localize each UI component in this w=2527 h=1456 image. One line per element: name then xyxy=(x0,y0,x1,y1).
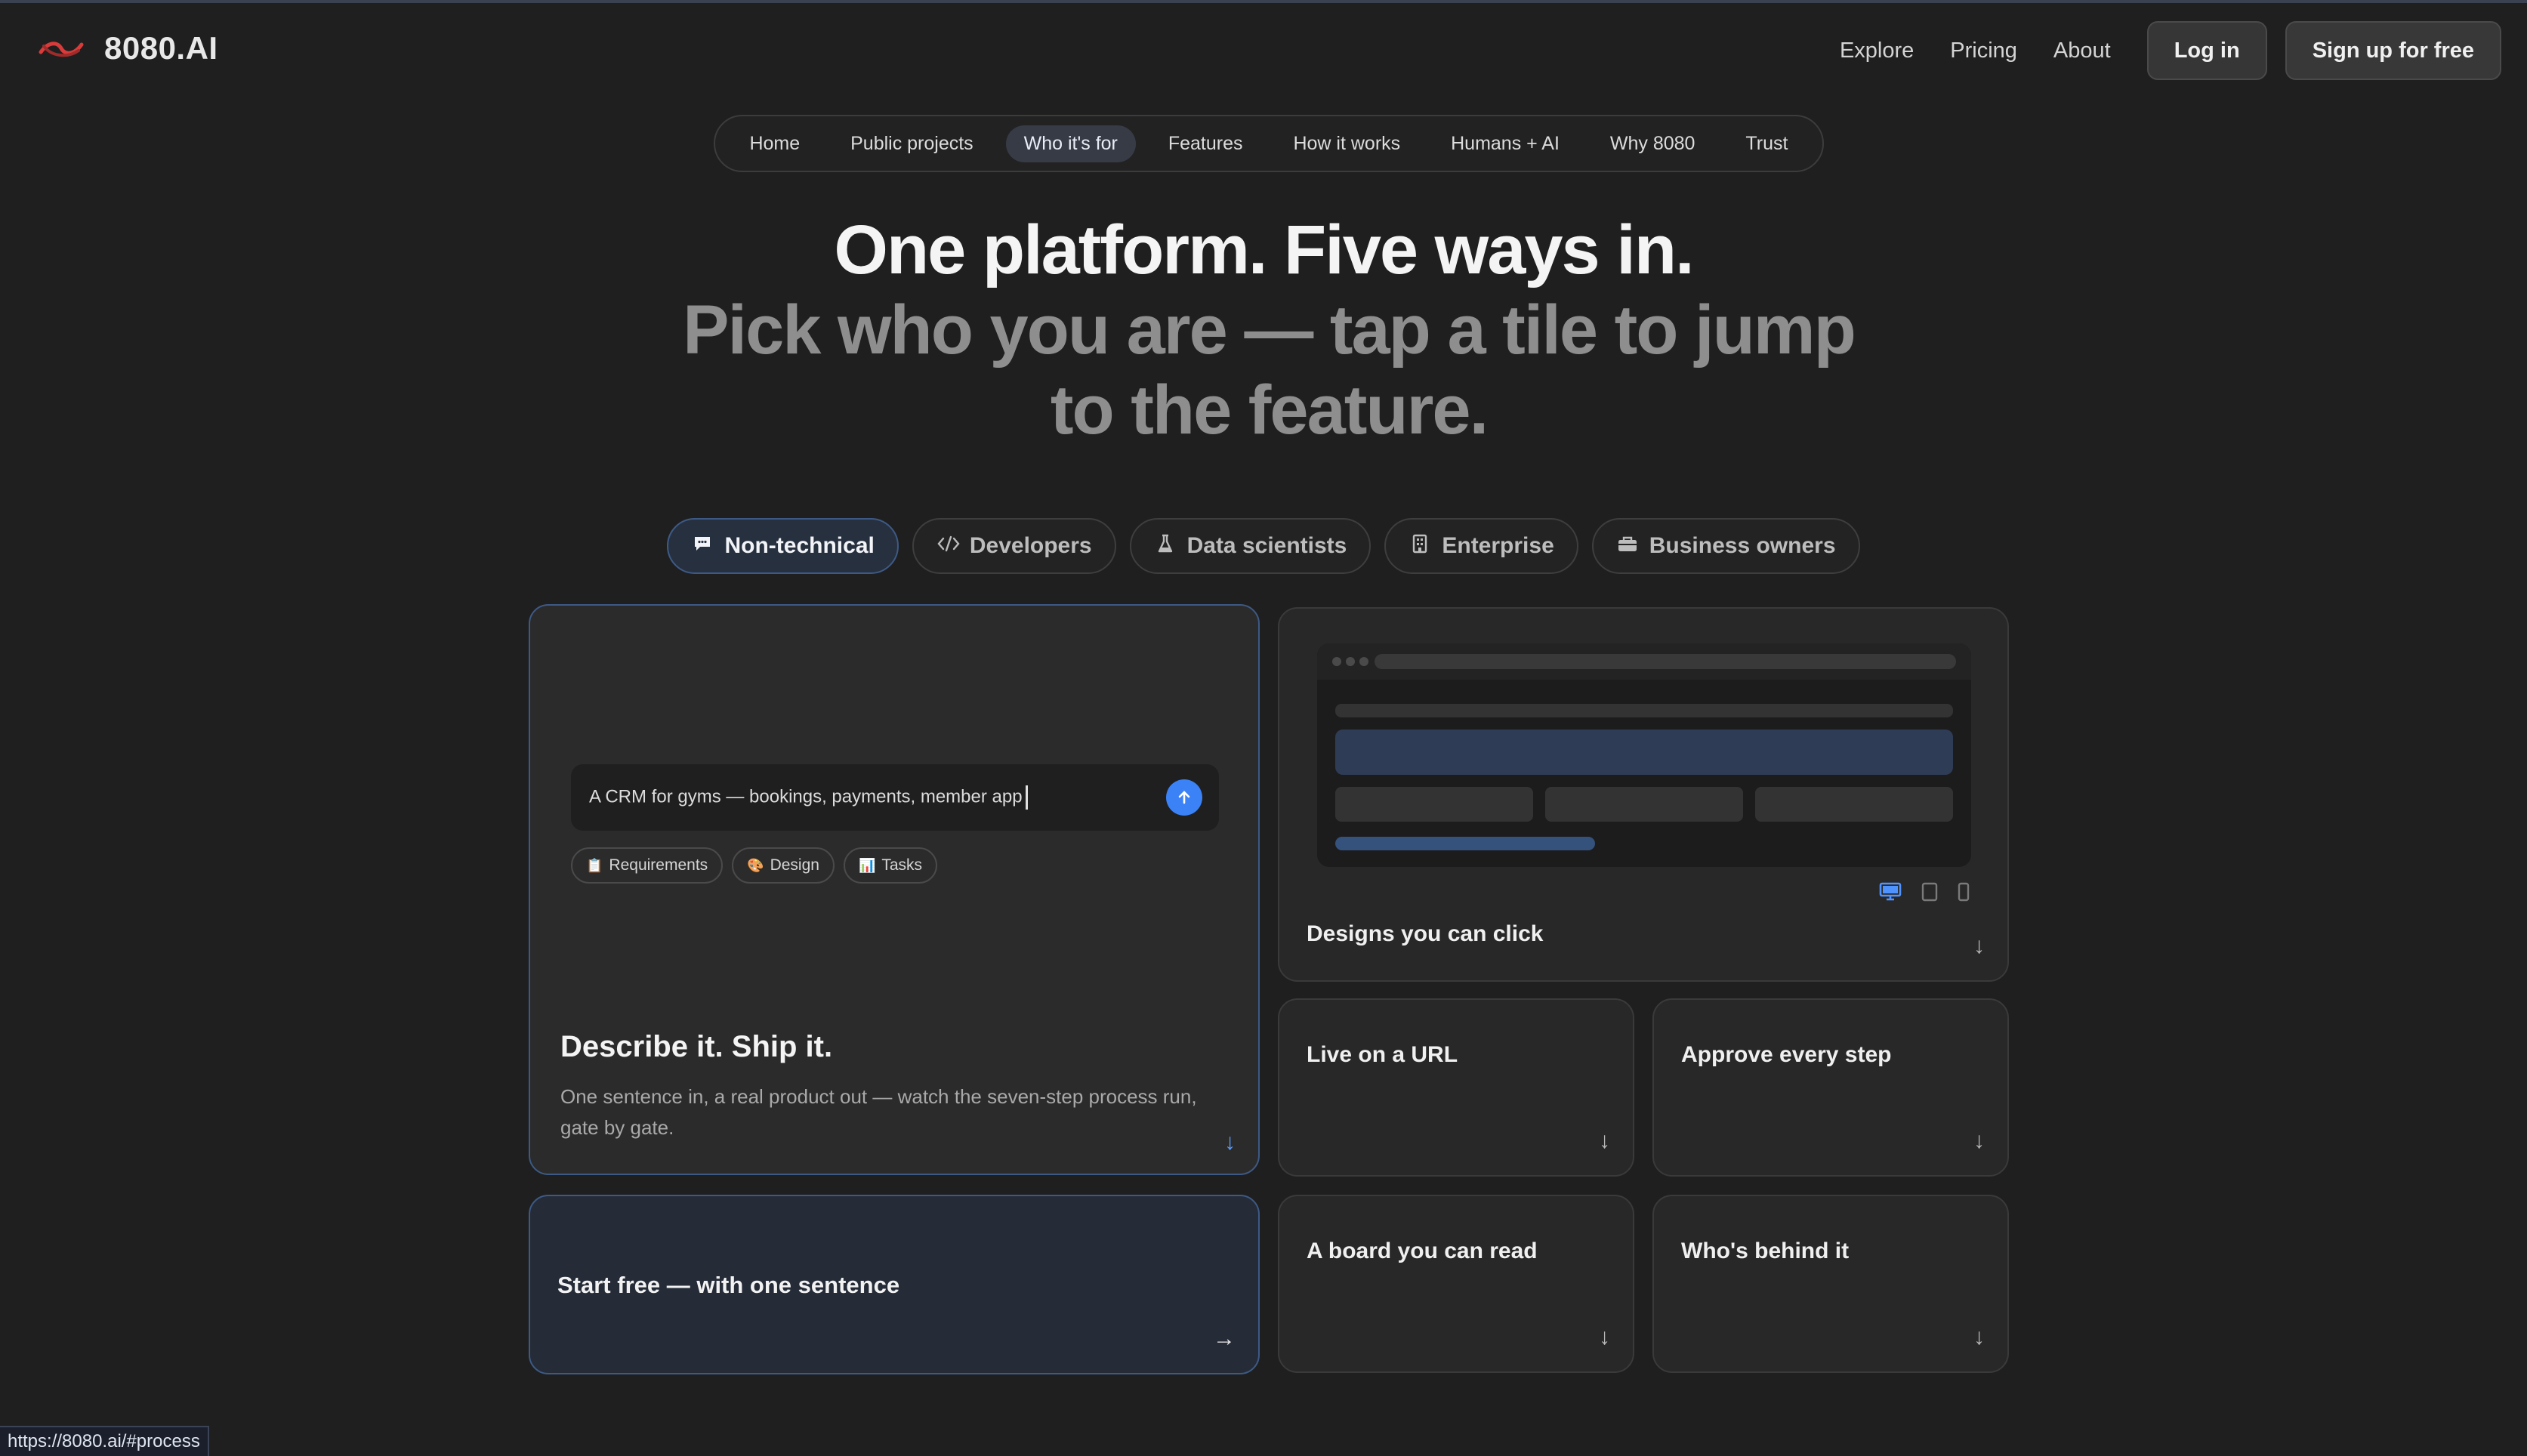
arrow-up-icon xyxy=(1178,791,1190,804)
preview-browser-bar xyxy=(1317,643,1971,680)
section-nav-home[interactable]: Home xyxy=(731,125,818,162)
top-border xyxy=(0,0,2527,3)
tab-enterprise[interactable]: Enterprise xyxy=(1384,518,1578,574)
describe-card[interactable]: A CRM for gyms — bookings, payments, mem… xyxy=(529,604,1260,1175)
page-subtitle: Pick who you are — tap a tile to jump to… xyxy=(683,292,1856,449)
top-nav: Explore Pricing About Log in Sign up for… xyxy=(1840,21,2501,80)
signup-button[interactable]: Sign up for free xyxy=(2285,21,2501,80)
briefcase-icon xyxy=(1616,535,1639,558)
chip-design[interactable]: 🎨 Design xyxy=(732,847,835,884)
chip-requirements[interactable]: 📋 Requirements xyxy=(571,847,724,884)
designs-card[interactable]: Designs you can click ↓ xyxy=(1278,607,2009,982)
code-icon xyxy=(936,535,960,558)
brand-name: 8080.AI xyxy=(104,30,218,66)
section-nav-features[interactable]: Features xyxy=(1150,125,1261,162)
chip-label: Requirements xyxy=(609,856,708,874)
palette-icon: 🎨 xyxy=(747,857,764,873)
chip-label: Tasks xyxy=(881,856,923,874)
approve-step-card[interactable]: Approve every step ↓ xyxy=(1652,998,2009,1177)
whos-behind-card[interactable]: Who's behind it ↓ xyxy=(1652,1195,2009,1373)
tab-label: Developers xyxy=(969,533,1092,558)
section-nav: Home Public projects Who it's for Featur… xyxy=(714,115,1824,172)
section-nav-humans-ai[interactable]: Humans + AI xyxy=(1433,125,1578,162)
live-url-title: Live on a URL xyxy=(1307,1042,1458,1067)
nav-pricing[interactable]: Pricing xyxy=(1950,39,2017,63)
tablet-icon[interactable] xyxy=(1921,882,1938,905)
chip-tasks[interactable]: 📊 Tasks xyxy=(843,847,938,884)
tab-label: Data scientists xyxy=(1186,533,1347,558)
mobile-icon[interactable] xyxy=(1958,882,1970,905)
bar-chart-icon: 📊 xyxy=(858,857,876,873)
chip-label: Design xyxy=(770,856,819,874)
tab-non-technical[interactable]: Non-technical xyxy=(667,518,899,574)
section-nav-why-8080[interactable]: Why 8080 xyxy=(1592,125,1714,162)
desktop-icon[interactable] xyxy=(1879,882,1902,905)
brand-logo[interactable]: 8080.AI xyxy=(38,30,218,66)
arrow-down-icon: ↓ xyxy=(1224,1130,1236,1155)
section-nav-who-its-for[interactable]: Who it's for xyxy=(1005,125,1136,162)
tab-label: Non-technical xyxy=(724,533,875,558)
tab-developers[interactable]: Developers xyxy=(912,518,1116,574)
arrow-down-icon: ↓ xyxy=(1973,933,1985,958)
section-nav-trust[interactable]: Trust xyxy=(1727,125,1806,162)
send-button[interactable] xyxy=(1166,779,1202,816)
arrow-right-icon: → xyxy=(1213,1326,1236,1351)
start-free-title: Start free — with one sentence xyxy=(557,1272,900,1298)
arrow-down-icon: ↓ xyxy=(1973,1128,1985,1153)
start-free-card[interactable]: Start free — with one sentence → xyxy=(529,1195,1260,1374)
clipboard-icon: 📋 xyxy=(586,857,603,873)
arrow-down-icon: ↓ xyxy=(1973,1325,1985,1350)
section-nav-public-projects[interactable]: Public projects xyxy=(832,125,992,162)
arrow-down-icon: ↓ xyxy=(1599,1325,1610,1350)
chat-bubble-icon xyxy=(691,535,714,558)
nav-explore[interactable]: Explore xyxy=(1840,39,1914,63)
login-button[interactable]: Log in xyxy=(2146,21,2267,80)
building-icon xyxy=(1409,534,1431,559)
prompt-chips: 📋 Requirements 🎨 Design 📊 Tasks xyxy=(571,847,938,884)
audience-tabs: Non-technical Developers Data scientists… xyxy=(0,518,2527,574)
board-title: A board you can read xyxy=(1307,1239,1538,1263)
tab-data-scientists[interactable]: Data scientists xyxy=(1129,518,1371,574)
status-bar-url: https://8080.ai/#process xyxy=(0,1426,209,1456)
tab-label: Business owners xyxy=(1649,533,1836,558)
describe-card-title: Describe it. Ship it. xyxy=(560,1030,833,1063)
prompt-text: A CRM for gyms — bookings, payments, mem… xyxy=(589,785,1028,810)
board-card[interactable]: A board you can read ↓ xyxy=(1278,1195,1634,1373)
design-preview xyxy=(1317,643,1971,867)
tab-business-owners[interactable]: Business owners xyxy=(1591,518,1860,574)
section-nav-how-it-works[interactable]: How it works xyxy=(1275,125,1418,162)
arrow-down-icon: ↓ xyxy=(1599,1128,1610,1153)
describe-card-description: One sentence in, a real product out — wa… xyxy=(560,1085,1197,1139)
approve-step-title: Approve every step xyxy=(1681,1042,1892,1067)
device-toggle xyxy=(1879,882,1970,905)
page-title: One platform. Five ways in. xyxy=(834,211,1694,288)
flask-icon xyxy=(1154,534,1177,559)
designs-card-title: Designs you can click xyxy=(1307,921,1544,946)
prompt-input[interactable]: A CRM for gyms — bookings, payments, mem… xyxy=(571,764,1219,831)
live-url-card[interactable]: Live on a URL ↓ xyxy=(1278,998,1634,1177)
nav-about[interactable]: About xyxy=(2053,39,2111,63)
logo-icon xyxy=(39,42,84,57)
tab-label: Enterprise xyxy=(1442,533,1554,558)
whos-behind-title: Who's behind it xyxy=(1681,1239,1850,1263)
